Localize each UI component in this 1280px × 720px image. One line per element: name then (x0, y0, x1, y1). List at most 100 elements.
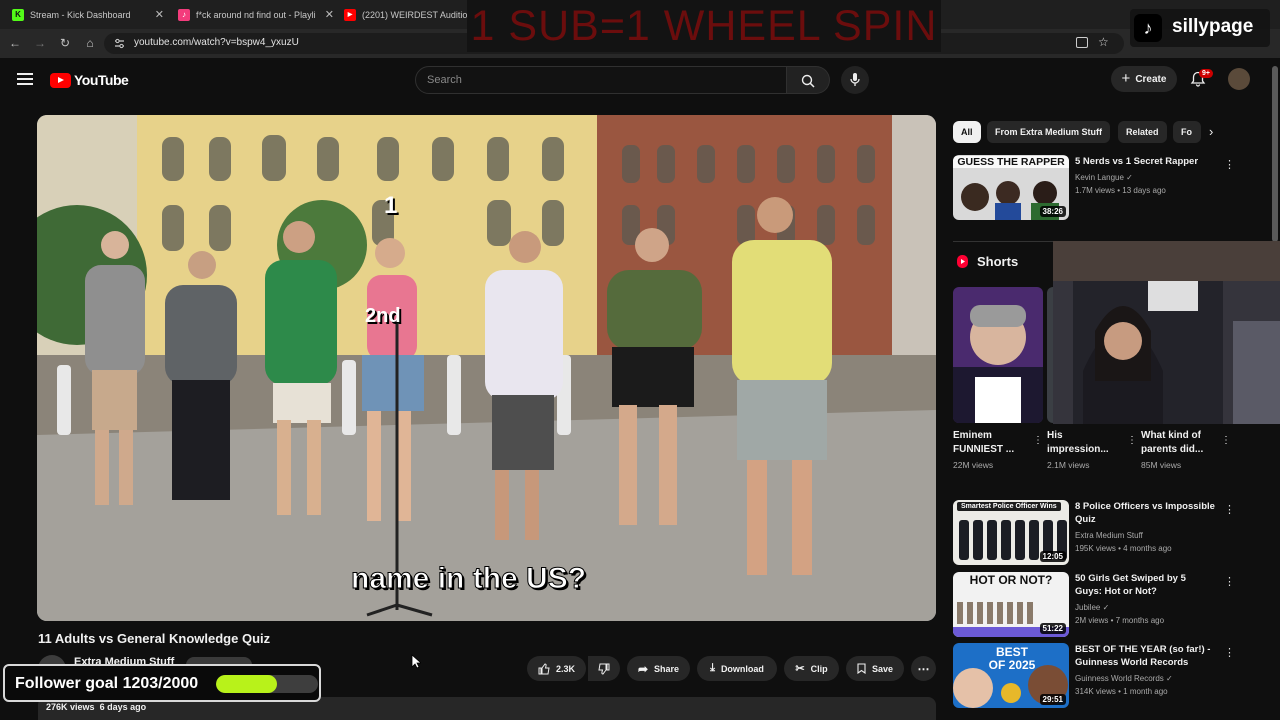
follower-goal-widget: Follower goal 1203/2000 (3, 664, 321, 702)
channel-label: Kevin Langue (1075, 173, 1124, 182)
save-button[interactable]: Save (846, 656, 904, 681)
recommendation-title: 50 Girls Get Swiped by 5 Guys: Hot or No… (1075, 573, 1186, 597)
tiktok-badge: ♪ sillypage (1130, 9, 1270, 47)
account-avatar[interactable] (1228, 68, 1250, 90)
rank-2nd-label: 2nd (365, 305, 401, 327)
rank-1-label: 1 (384, 192, 398, 219)
short-title: What kind of parents did... (1141, 430, 1204, 455)
share-button[interactable]: ➦ Share (627, 656, 690, 681)
verified-check-icon: ✓ (1166, 674, 1173, 683)
recommendation-meta: 1.7M views • 13 days ago (1075, 186, 1166, 195)
reload-icon[interactable]: ↻ (58, 36, 72, 50)
youtube-logo-text: YouTube (74, 72, 129, 88)
thumbnail-text: GUESS THE RAPPER (953, 156, 1069, 168)
forward-icon[interactable]: → (33, 36, 47, 50)
caption-part1: name in (350, 562, 465, 596)
verified-check-icon: ✓ (1102, 603, 1110, 612)
dislike-button[interactable] (588, 656, 620, 681)
follower-goal-progress-fill (216, 675, 278, 693)
recommendation-item[interactable]: Smartest Police Officer Wins 12:05 8 Pol… (953, 500, 1253, 568)
voice-search-button[interactable] (841, 66, 869, 94)
tab-title: (2201) WEIRDEST Auditions T (362, 9, 468, 20)
youtube-logo[interactable]: YouTube (50, 72, 129, 88)
menu-icon[interactable] (17, 73, 33, 85)
video-frame (37, 115, 936, 621)
youtube-play-icon (50, 72, 71, 88)
close-tab-icon[interactable]: ✕ (325, 8, 334, 21)
clip-button[interactable]: ✂ Clip (784, 656, 839, 681)
mouse-cursor-icon (411, 654, 421, 669)
short-views: 85M views (1141, 460, 1182, 470)
chip-related[interactable]: Related (1118, 121, 1167, 143)
channel-label: Guinness World Records (1075, 674, 1164, 683)
create-button[interactable]: + Create (1111, 66, 1177, 92)
url-text: youtube.com/watch?v=bspw4_yxuzU (134, 37, 299, 48)
short-thumbnail[interactable] (953, 287, 1043, 423)
short-views: 2.1M views (1047, 460, 1090, 470)
thumbnail-text: HOT OR NOT? (969, 573, 1053, 587)
follower-goal-label: Follower goal 1203/2000 (15, 675, 199, 692)
recommendation-title: 5 Nerds vs 1 Secret Rapper (1075, 156, 1199, 167)
close-tab-icon[interactable]: ✕ (155, 8, 164, 21)
recommendation-channel: Kevin Langue ✓ (1075, 173, 1133, 182)
browser-tab-youtube[interactable]: ▶ (2201) WEIRDEST Auditions T (344, 4, 468, 25)
more-vertical-icon[interactable]: ⋮ (1224, 503, 1235, 516)
browser-tab-kick[interactable]: K Stream - Kick Dashboard ✕ (12, 4, 168, 25)
chip-from-channel[interactable]: From Extra Medium Stuff (987, 121, 1111, 143)
bookmark-star-icon[interactable]: ☆ (1098, 35, 1109, 49)
site-info-icon[interactable] (114, 38, 125, 49)
chips-next-chevron-icon[interactable]: › (1209, 124, 1213, 139)
upload-age: 6 days ago (99, 702, 147, 712)
page-scrollbar[interactable] (1272, 66, 1278, 242)
download-icon: ⤓ (710, 662, 715, 674)
download-label: Download (720, 663, 764, 674)
home-icon[interactable]: ⌂ (83, 36, 97, 50)
search-button[interactable] (787, 66, 830, 94)
video-thumbnail[interactable]: Smartest Police Officer Wins 12:05 (953, 500, 1069, 565)
search-input[interactable]: Search (415, 66, 787, 94)
plus-icon: + (1121, 70, 1131, 87)
share-label: Share (654, 663, 680, 674)
recommendation-meta: 314K views • 1 month ago (1075, 687, 1168, 696)
thumbs-down-icon (598, 663, 610, 675)
recommendation-title: 8 Police Officers vs Impossible Quiz (1075, 501, 1215, 525)
more-vertical-icon[interactable]: ⋮ (1224, 575, 1235, 588)
back-icon[interactable]: ← (8, 36, 22, 50)
more-vertical-icon[interactable]: ⋮ (1033, 435, 1043, 446)
short-item[interactable]: Eminem FUNNIEST ... 22M views ⋮ (953, 287, 1043, 470)
video-thumbnail[interactable]: HOT OR NOT? 51:22 (953, 572, 1069, 637)
video-thumbnail[interactable]: BEST OF 2025 29:51 (953, 643, 1069, 708)
more-vertical-icon[interactable]: ⋮ (1224, 646, 1235, 659)
recommendation-channel: Extra Medium Stuff (1075, 531, 1143, 540)
more-vertical-icon[interactable]: ⋮ (1221, 435, 1231, 446)
save-label: Save (871, 663, 894, 674)
chip-all[interactable]: All (953, 121, 981, 143)
youtube-favicon-icon: ▶ (344, 8, 356, 21)
video-thumbnail[interactable]: GUESS THE RAPPER 38:26 (953, 155, 1069, 220)
shorts-label: Shorts (977, 254, 1019, 269)
channel-label: Jubilee (1075, 603, 1101, 612)
recommendation-item[interactable]: HOT OR NOT? 51:22 50 Girls Get Swiped by… (953, 572, 1253, 640)
download-button[interactable]: ⤓ Download (697, 656, 777, 681)
recommendation-channel: Guinness World Records ✓ (1075, 674, 1173, 683)
caption-part2: the US? (472, 562, 587, 596)
recommendation-item[interactable]: BEST OF 2025 29:51 BEST OF THE YEAR (so … (953, 643, 1253, 711)
chip-truncated[interactable]: Fo (1173, 121, 1201, 143)
notification-count-badge: 9+ (1199, 69, 1213, 78)
more-actions-button[interactable]: ⋯ (911, 656, 936, 681)
bookmark-icon (857, 663, 866, 674)
follower-goal-progress-bar (216, 675, 318, 693)
recommendation-item[interactable]: GUESS THE RAPPER 38:26 5 Nerds vs 1 Secr… (953, 155, 1253, 223)
youtube-header: YouTube Search + Create 9+ (0, 58, 1280, 104)
thumbnail-text: Smartest Police Officer Wins (957, 502, 1061, 511)
browser-tab-playlist[interactable]: ♪ f*ck around nd find out - Playli ✕ (178, 4, 338, 25)
more-horizontal-icon: ⋯ (917, 661, 930, 676)
tiktok-username: sillypage (1172, 16, 1254, 37)
clip-label: Clip (810, 663, 828, 674)
video-player[interactable]: 1 2nd name in the US? (37, 115, 936, 621)
like-button[interactable]: 2.3K (527, 656, 586, 681)
more-vertical-icon[interactable]: ⋮ (1127, 435, 1137, 446)
more-vertical-icon[interactable]: ⋮ (1224, 158, 1235, 171)
install-app-icon[interactable] (1076, 37, 1088, 48)
like-count: 2.3K (555, 663, 575, 674)
